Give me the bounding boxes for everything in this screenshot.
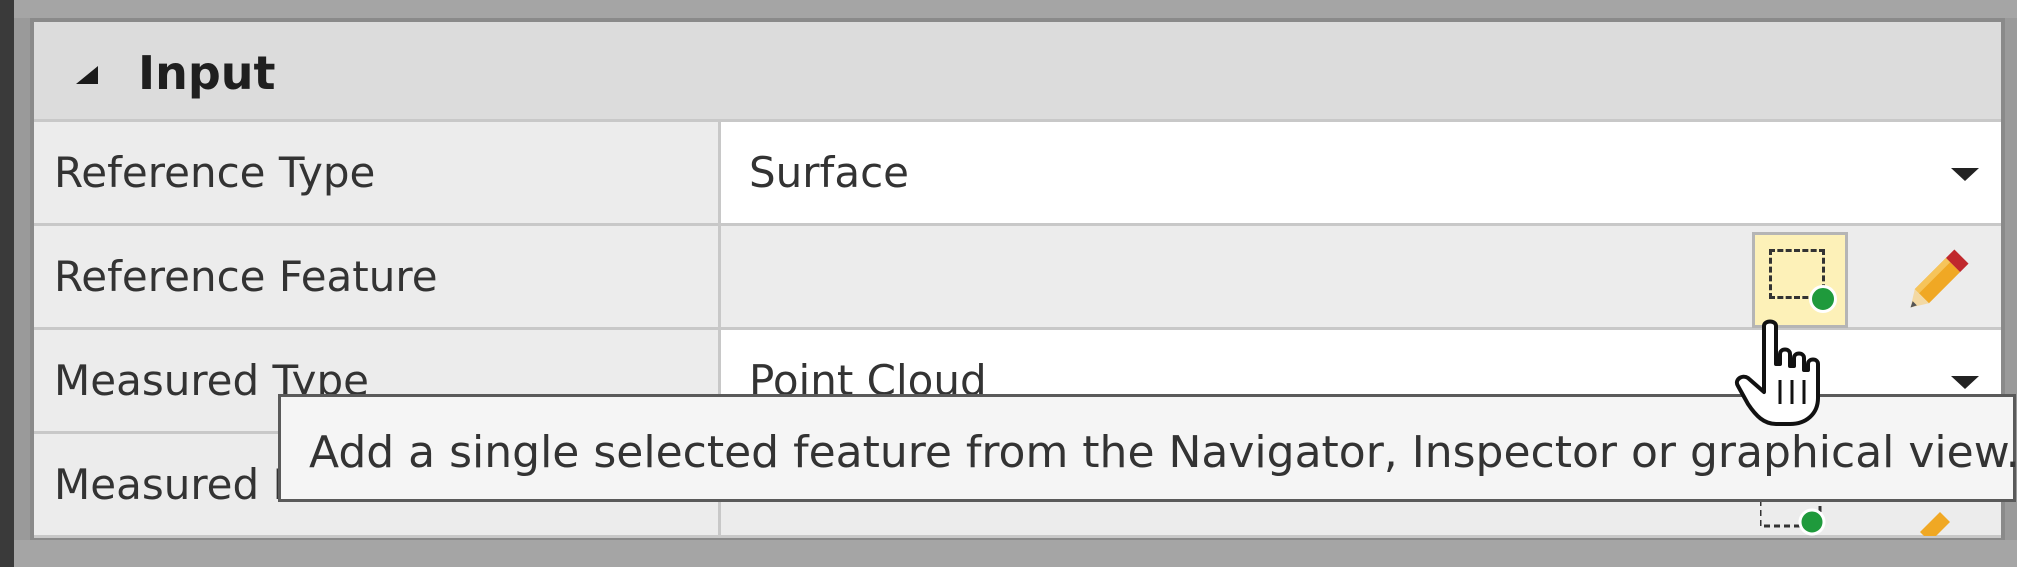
property-label: Reference Feature [54, 252, 438, 301]
tooltip-text: Add a single selected feature from the N… [309, 427, 2017, 478]
property-label: Reference Type [54, 148, 376, 197]
add-selected-feature-button[interactable] [1752, 232, 1848, 328]
add-feature-badge-icon [1809, 285, 1837, 313]
panel-top-band [14, 0, 2017, 18]
pencil-icon [1920, 512, 1950, 536]
property-row-reference-type: Reference Type Surface [34, 122, 2001, 226]
measured-feature-icons[interactable] [1760, 496, 1990, 536]
panel-bottom-band [14, 540, 2017, 567]
collapse-arrow-icon[interactable] [76, 66, 98, 84]
group-title: Input [138, 46, 276, 100]
property-label-cell: Reference Feature [34, 226, 721, 327]
property-row-reference-feature: Reference Feature [34, 226, 2001, 330]
dropdown-value: Surface [749, 148, 910, 197]
hand-cursor-icon [1735, 319, 1820, 426]
add-feature-badge-icon [1798, 508, 1826, 536]
chevron-down-icon[interactable] [1951, 376, 1979, 389]
pencil-icon[interactable] [1896, 242, 1976, 322]
reference-type-dropdown[interactable]: Surface [721, 122, 2001, 223]
window-left-strip [0, 0, 14, 567]
group-header-input[interactable] [34, 22, 2001, 122]
chevron-down-icon[interactable] [1951, 168, 1979, 181]
property-label-cell: Reference Type [34, 122, 721, 223]
